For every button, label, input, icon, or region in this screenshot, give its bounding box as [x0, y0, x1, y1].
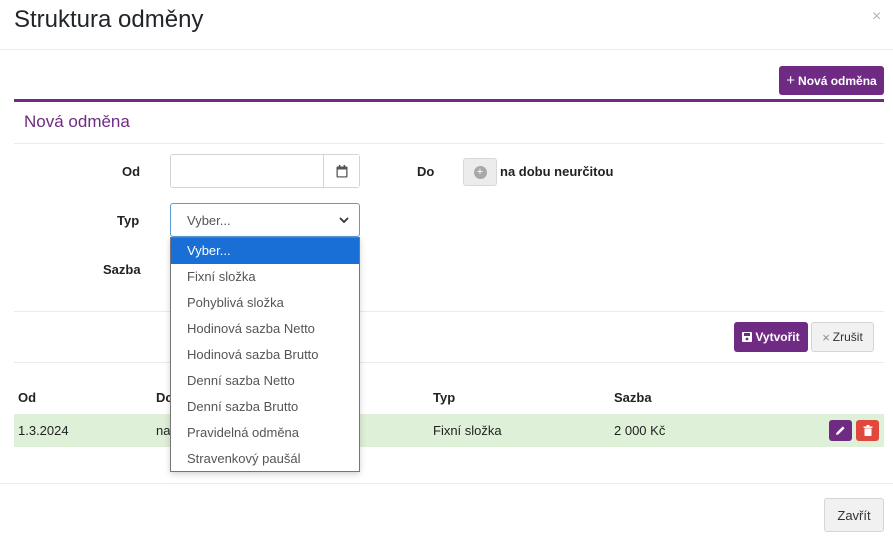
from-date-input[interactable] [171, 155, 323, 187]
section-divider [14, 99, 884, 102]
trash-icon [863, 425, 872, 436]
indefinite-label: na dobu neurčitou [500, 164, 614, 179]
calendar-icon [336, 164, 347, 177]
close-icon[interactable]: × [872, 8, 881, 26]
type-option[interactable]: Stravenkový paušál [171, 446, 359, 472]
plus-icon: + [786, 72, 796, 89]
close-button[interactable]: Zavřít [824, 498, 884, 532]
type-options-list: Vyber... Fixní složka Pohyblivá složka H… [170, 237, 360, 472]
edit-button[interactable] [829, 420, 852, 441]
save-icon [742, 332, 753, 342]
row-from: 1.3.2024 [18, 423, 69, 438]
cancel-button[interactable]: × Zrušit [811, 322, 874, 352]
times-icon: × [822, 329, 830, 345]
to-label: Do [417, 164, 435, 179]
create-label: Vytvořit [755, 330, 800, 344]
row-rate: 2 000 Kč [614, 423, 666, 438]
type-select[interactable]: Vyber... [170, 203, 360, 237]
table-top-divider [14, 362, 884, 363]
pencil-icon [836, 426, 845, 435]
rate-label: Sazba [103, 262, 141, 277]
type-option[interactable]: Hodinová sazba Netto [171, 316, 359, 342]
section-title-divider [14, 143, 884, 144]
modal-title: Struktura odměny [14, 6, 204, 33]
type-option[interactable]: Denní sazba Brutto [171, 394, 359, 420]
footer-divider [0, 483, 893, 484]
type-label: Typ [117, 213, 140, 228]
row-to: na [156, 423, 171, 438]
close-label: Zavřít [837, 507, 871, 523]
from-label: Od [122, 164, 141, 179]
type-option[interactable]: Vyber... [171, 238, 359, 264]
plus-circle-icon: + [473, 165, 487, 179]
calendar-button[interactable] [323, 155, 359, 187]
header-divider [0, 49, 893, 50]
new-reward-button[interactable]: + Nová odměna [779, 66, 884, 95]
type-option[interactable]: Denní sazba Netto [171, 368, 359, 394]
cancel-label: Zrušit [832, 330, 863, 344]
form-divider [14, 311, 884, 312]
delete-button[interactable] [856, 420, 879, 441]
chevron-down-icon [339, 216, 349, 223]
type-option[interactable]: Hodinová sazba Brutto [171, 342, 359, 368]
indefinite-toggle[interactable]: + [463, 158, 497, 186]
create-button[interactable]: Vytvořit [734, 322, 808, 352]
column-header-rate: Sazba [614, 390, 652, 405]
section-title: Nová odměna [24, 112, 130, 131]
type-option[interactable]: Fixní složka [171, 264, 359, 290]
column-header-type: Typ [433, 390, 456, 405]
row-type: Fixní složka [433, 423, 502, 438]
new-reward-label: Nová odměna [798, 73, 877, 88]
type-option[interactable]: Pravidelná odměna [171, 420, 359, 446]
from-date-field [170, 154, 360, 188]
column-header-from: Od [18, 390, 37, 405]
type-option[interactable]: Pohyblivá složka [171, 290, 359, 316]
type-select-value: Vyber... [187, 212, 231, 228]
